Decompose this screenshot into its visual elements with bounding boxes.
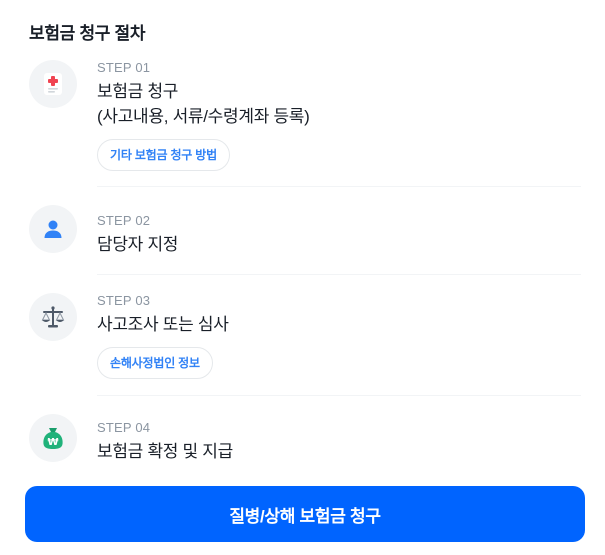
step-label: STEP 03: [97, 293, 151, 308]
step-1-body: STEP 01 보험금 청구 (사고내용, 서류/수령계좌 등록) 기타 보험금…: [97, 60, 310, 171]
step-4-body: STEP 04 보험금 확정 및 지급: [97, 420, 233, 464]
step-2: STEP 02 담당자 지정: [29, 205, 581, 254]
claim-procedure-page: 보험금 청구 절차 STEP 01 보험금 청구 (사고내용, 서류/수령계좌 …: [0, 0, 605, 555]
step-title: 사고조사 또는 심사: [97, 315, 229, 334]
scale-icon: [29, 293, 77, 341]
step-title: 보험금 확정 및 지급: [97, 442, 233, 461]
step-3: STEP 03 사고조사 또는 심사 손해사정법인 정보: [29, 293, 581, 383]
step-label: STEP 02: [97, 213, 151, 228]
step-4: ₩ STEP 04 보험금 확정 및 지급: [29, 414, 581, 462]
adjuster-info-link[interactable]: 손해사정법인 정보: [97, 347, 213, 379]
section-title: 보험금 청구 절차: [29, 24, 146, 43]
divider: [97, 186, 581, 187]
disease-injury-claim-button[interactable]: 질병/상해 보험금 청구: [25, 486, 585, 542]
step-title: 담당자 지정: [97, 235, 179, 254]
step-title: 보험금 청구 (사고내용, 서류/수령계좌 등록): [97, 82, 310, 126]
medical-document-icon: [29, 60, 77, 108]
step-3-body: STEP 03 사고조사 또는 심사 손해사정법인 정보: [97, 293, 229, 379]
other-claim-methods-link[interactable]: 기타 보험금 청구 방법: [97, 139, 230, 171]
step-label: STEP 04: [97, 420, 151, 435]
divider: [97, 274, 581, 275]
step-label: STEP 01: [97, 60, 151, 75]
money-bag-icon: ₩: [29, 414, 77, 462]
svg-text:₩: ₩: [47, 437, 58, 448]
step-1: STEP 01 보험금 청구 (사고내용, 서류/수령계좌 등록) 기타 보험금…: [29, 60, 581, 171]
person-icon: [29, 205, 77, 253]
step-2-body: STEP 02 담당자 지정: [97, 213, 178, 257]
divider: [97, 395, 581, 396]
